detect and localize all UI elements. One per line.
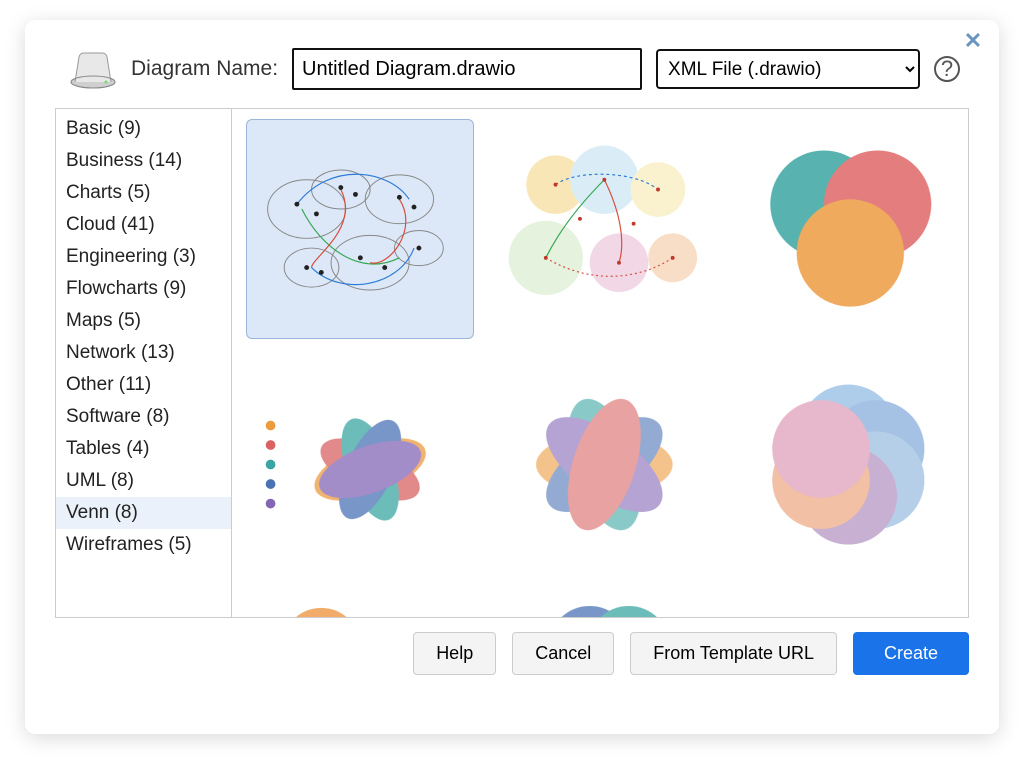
- drive-icon: [69, 49, 117, 89]
- file-format-select[interactable]: XML File (.drawio): [656, 49, 920, 89]
- template-thumb-6circle[interactable]: [734, 355, 962, 575]
- sidebar-item[interactable]: Cloud (41): [56, 209, 231, 241]
- create-button[interactable]: Create: [853, 632, 969, 675]
- sidebar-item[interactable]: Other (11): [56, 369, 231, 401]
- category-sidebar: Basic (9)Business (14)Charts (5)Cloud (4…: [56, 109, 232, 617]
- sidebar-item[interactable]: Network (13): [56, 337, 231, 369]
- template-thumb-euler[interactable]: [246, 119, 474, 339]
- template-thumb-partial-a[interactable]: [246, 591, 474, 617]
- sidebar-item[interactable]: UML (8): [56, 465, 231, 497]
- diagram-name-label: Diagram Name:: [131, 57, 278, 81]
- template-thumb-petals[interactable]: [246, 355, 474, 575]
- template-gallery[interactable]: [232, 109, 968, 617]
- dialog-body: Basic (9)Business (14)Charts (5)Cloud (4…: [55, 108, 969, 618]
- sidebar-item[interactable]: Tables (4): [56, 433, 231, 465]
- template-thumb-5star[interactable]: [490, 355, 718, 575]
- dialog-header: Diagram Name: XML File (.drawio) ?: [25, 20, 999, 100]
- help-button[interactable]: Help: [413, 632, 496, 675]
- template-thumb-3circle[interactable]: [734, 119, 962, 339]
- close-icon[interactable]: ✕: [961, 30, 985, 54]
- sidebar-item[interactable]: Business (14): [56, 145, 231, 177]
- template-thumb-bubbles[interactable]: [490, 119, 718, 339]
- diagram-name-input[interactable]: [292, 48, 642, 90]
- sidebar-item[interactable]: Engineering (3): [56, 241, 231, 273]
- sidebar-item[interactable]: Basic (9): [56, 113, 231, 145]
- sidebar-item[interactable]: Flowcharts (9): [56, 273, 231, 305]
- new-diagram-dialog: ✕ Diagram Name: XML File (.drawio) ? Bas…: [25, 20, 999, 734]
- sidebar-item[interactable]: Venn (8): [56, 497, 231, 529]
- sidebar-item[interactable]: Software (8): [56, 401, 231, 433]
- sidebar-item[interactable]: Charts (5): [56, 177, 231, 209]
- help-icon[interactable]: ?: [934, 56, 960, 82]
- cancel-button[interactable]: Cancel: [512, 632, 614, 675]
- from-template-url-button[interactable]: From Template URL: [630, 632, 837, 675]
- dialog-footer: Help Cancel From Template URL Create: [25, 618, 999, 675]
- sidebar-item[interactable]: Maps (5): [56, 305, 231, 337]
- sidebar-item[interactable]: Wireframes (5): [56, 529, 231, 561]
- template-gallery-wrap: [232, 109, 968, 617]
- template-thumb-partial-b[interactable]: [490, 591, 718, 617]
